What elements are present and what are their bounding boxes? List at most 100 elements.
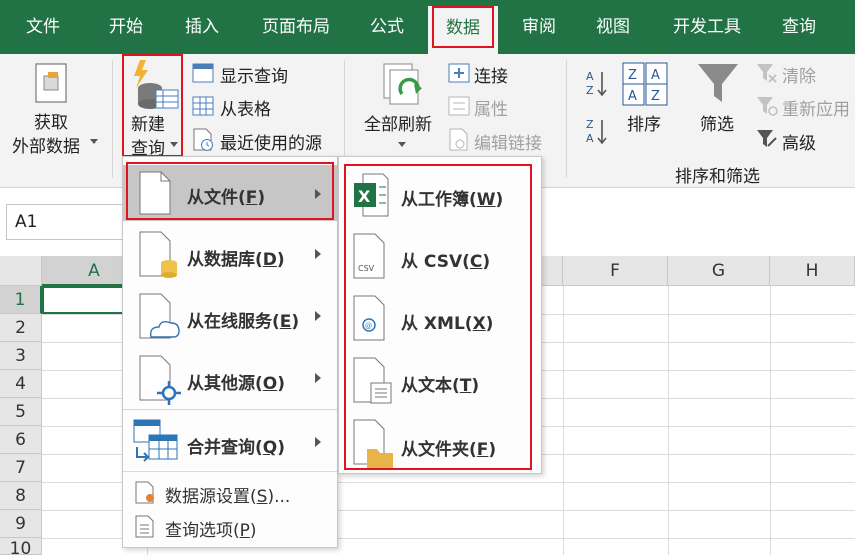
submenu-arrow-icon: [315, 249, 321, 259]
submenu-arrow-icon: [315, 311, 321, 321]
filter-button[interactable]: 筛选: [700, 110, 734, 135]
refresh-all-icon: [383, 63, 422, 105]
clear-filter-button[interactable]: 清除: [782, 62, 816, 87]
tab-page-layout[interactable]: 页面布局: [250, 0, 342, 54]
ribbon-separator: [112, 60, 113, 178]
menu-item-label: 从 CSV(C): [401, 252, 491, 272]
recent-sources-button[interactable]: 最近使用的源: [220, 129, 322, 154]
row-header-7[interactable]: 7: [0, 454, 42, 482]
row-header-5[interactable]: 5: [0, 398, 42, 426]
advanced-filter-button[interactable]: 高级: [782, 129, 816, 154]
menu-item-from-file[interactable]: 从文件(F): [123, 165, 337, 221]
svg-text:A: A: [586, 132, 594, 145]
menu-item-label: 查询选项(P): [165, 521, 257, 541]
menu-item-combine-queries[interactable]: 合并查询(Q): [123, 413, 337, 469]
properties-icon: [448, 96, 470, 116]
tab-developer[interactable]: 开发工具: [660, 0, 754, 54]
text-file-icon: [353, 357, 392, 404]
row-header-4[interactable]: 4: [0, 370, 42, 398]
menu-item-from-folder[interactable]: 从文件夹(F): [339, 413, 541, 473]
row-header-8[interactable]: 8: [0, 482, 42, 510]
sort-button[interactable]: 排序: [627, 110, 661, 135]
sort-descending-icon: Z A: [586, 118, 607, 145]
select-all-corner[interactable]: [0, 256, 42, 286]
menu-item-from-text[interactable]: 从文本(T): [339, 351, 541, 411]
menu-separator: [123, 471, 337, 472]
refresh-all-button[interactable]: 全部刷新: [364, 110, 432, 135]
dropdown-arrow-icon: [170, 142, 178, 147]
menu-item-from-other-sources[interactable]: 从其他源(O): [123, 351, 337, 407]
dropdown-arrow-icon: [398, 142, 406, 147]
recent-sources-icon: [193, 128, 213, 151]
sort-ascending-icon: A Z: [586, 70, 607, 97]
svg-text:A: A: [586, 70, 594, 83]
menu-item-label: 从其他源(O): [187, 374, 286, 394]
menu-item-data-source-settings[interactable]: 数据源设置(S)...: [123, 477, 337, 509]
get-external-label-1[interactable]: 获取: [34, 108, 68, 133]
connections-button[interactable]: 连接: [474, 62, 508, 87]
properties-button[interactable]: 属性: [474, 95, 508, 120]
tab-data[interactable]: 数据: [428, 6, 498, 54]
menu-item-from-csv[interactable]: CSV 从 CSV(C): [339, 227, 541, 287]
menu-item-from-workbook[interactable]: X 从工作簿(W): [339, 165, 541, 225]
file-icon: [139, 171, 171, 215]
column-header-h[interactable]: H: [770, 256, 855, 286]
data-source-settings-icon: [135, 481, 154, 504]
tab-query[interactable]: 查询: [768, 0, 830, 54]
reapply-filter-button[interactable]: 重新应用: [782, 95, 850, 120]
name-box[interactable]: A1: [6, 204, 126, 240]
ribbon-tab-bar: 文件 开始 插入 页面布局 公式 数据 审阅 视图 开发工具 查询: [0, 0, 855, 54]
xml-file-icon: @: [353, 295, 385, 341]
menu-item-label: 从工作簿(W): [401, 190, 504, 210]
menu-item-from-xml[interactable]: @ 从 XML(X): [339, 289, 541, 349]
tab-view[interactable]: 视图: [582, 0, 644, 54]
svg-text:Z: Z: [628, 68, 637, 83]
show-queries-button[interactable]: 显示查询: [220, 62, 288, 87]
svg-text:Z: Z: [586, 84, 594, 97]
tab-formulas[interactable]: 公式: [356, 0, 418, 54]
menu-item-label: 从在线服务(E): [187, 312, 300, 332]
tab-insert[interactable]: 插入: [172, 0, 232, 54]
column-header-g[interactable]: G: [668, 256, 770, 286]
svg-text:X: X: [358, 187, 371, 206]
row-header-10[interactable]: 10: [0, 538, 42, 555]
excel-workbook-icon: X: [354, 173, 389, 217]
menu-item-label: 从 XML(X): [401, 314, 494, 334]
tab-review[interactable]: 审阅: [508, 0, 570, 54]
column-header-f[interactable]: F: [563, 256, 668, 286]
row-header-2[interactable]: 2: [0, 314, 42, 342]
menu-item-from-database[interactable]: 从数据库(D): [123, 227, 337, 283]
menu-item-from-online-services[interactable]: 从在线服务(E): [123, 289, 337, 345]
advanced-filter-icon: [757, 130, 777, 147]
svg-text:CSV: CSV: [358, 264, 375, 273]
row-header-1[interactable]: 1: [0, 286, 42, 314]
connections-icon: [448, 63, 470, 83]
row-header-6[interactable]: 6: [0, 426, 42, 454]
from-table-button[interactable]: 从表格: [220, 95, 271, 120]
submenu-arrow-icon: [315, 437, 321, 447]
svg-text:@: @: [365, 322, 372, 330]
new-query-icon: [134, 60, 179, 109]
menu-item-label: 从文本(T): [401, 376, 480, 396]
grid-line: [563, 286, 564, 555]
menu-item-label: 从文件夹(F): [401, 440, 497, 460]
submenu-arrow-icon: [315, 373, 321, 383]
menu-item-query-options[interactable]: 查询选项(P): [123, 511, 337, 543]
tab-file[interactable]: 文件: [14, 0, 72, 54]
tab-home[interactable]: 开始: [96, 0, 156, 54]
from-table-icon: [192, 96, 214, 116]
cloud-file-icon: [139, 293, 180, 339]
show-queries-icon: [192, 63, 214, 83]
grid-line: [770, 286, 771, 555]
grid-line: [668, 286, 669, 555]
row-header-3[interactable]: 3: [0, 342, 42, 370]
reapply-filter-icon: [757, 97, 778, 116]
edit-links-button[interactable]: 编辑链接: [474, 129, 542, 154]
row-header-9[interactable]: 9: [0, 510, 42, 538]
submenu-arrow-icon: [315, 189, 321, 199]
new-query-label-1[interactable]: 新建: [131, 110, 165, 135]
dropdown-arrow-icon: [90, 139, 98, 144]
get-external-label-2[interactable]: 外部数据: [12, 132, 80, 157]
sort-filter-group-label: 排序和筛选: [675, 167, 760, 187]
ribbon-separator: [566, 60, 567, 178]
